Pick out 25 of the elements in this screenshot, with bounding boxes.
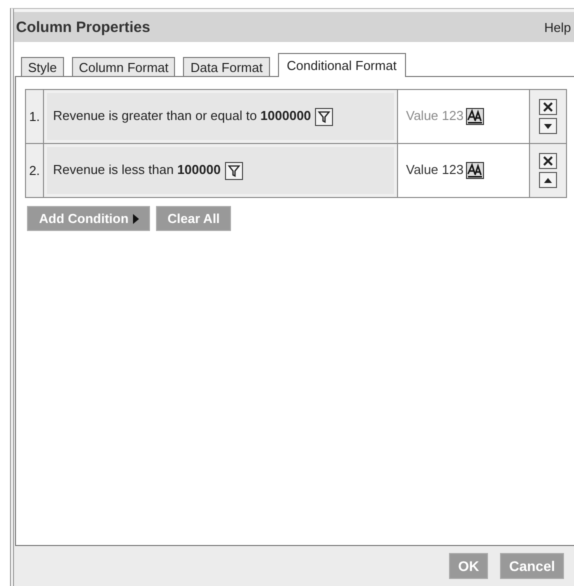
triangle-right-icon: [132, 214, 139, 224]
move-up-button[interactable]: [539, 172, 557, 188]
tab[interactable]: Conditional Format: [278, 53, 406, 77]
style-preview: Value 123: [406, 162, 464, 177]
close-icon: [542, 101, 554, 113]
tab[interactable]: Column Format: [72, 57, 176, 76]
condition-cell[interactable]: Revenue is greater than or equal to 1000000: [47, 93, 394, 140]
condition-text: Revenue is greater than or equal to 1000000: [53, 107, 334, 126]
style-preview: Value 123: [406, 108, 464, 123]
edit-format-icon[interactable]: [466, 162, 484, 180]
edit-format-icon[interactable]: [466, 108, 484, 126]
move-down-button[interactable]: [539, 118, 557, 134]
close-icon: [542, 155, 554, 167]
help-link[interactable]: Help: [544, 20, 571, 34]
condition-text: Revenue is less than 100000: [53, 161, 243, 180]
tab[interactable]: Data Format: [183, 57, 270, 76]
window-title: Column Properties: [16, 18, 150, 36]
delete-button[interactable]: [539, 153, 557, 169]
delete-button[interactable]: [539, 99, 557, 115]
filter-icon[interactable]: [224, 162, 243, 180]
condition-cell[interactable]: Revenue is less than 100000: [47, 147, 394, 194]
row-number: 1.: [26, 90, 44, 144]
filter-icon[interactable]: [315, 108, 334, 126]
row-number: 2.: [26, 144, 44, 198]
tab[interactable]: Style: [21, 57, 64, 76]
